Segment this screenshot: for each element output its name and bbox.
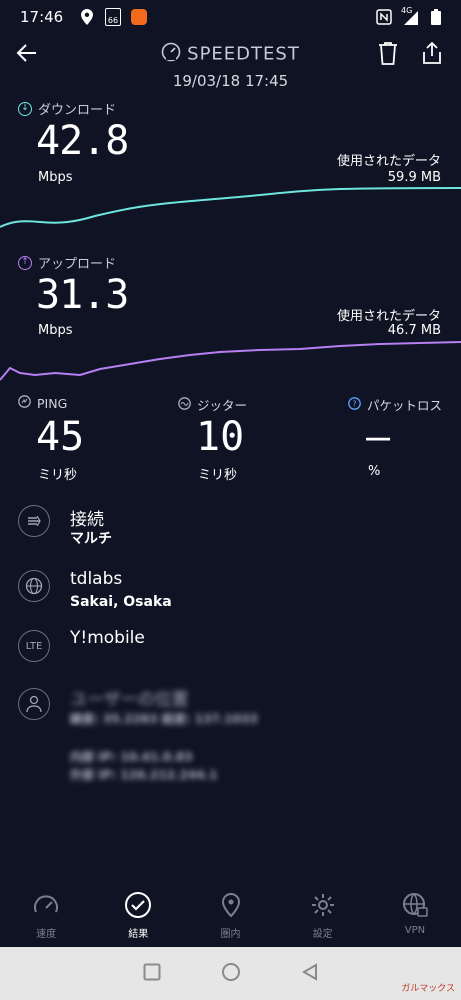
download-graph	[0, 187, 461, 228]
circle-icon	[221, 962, 240, 981]
jitter-value: 10	[196, 414, 245, 460]
nav-vpn-label: VPN	[404, 925, 426, 936]
user-icon	[18, 688, 50, 720]
connection-title: 接続	[70, 510, 104, 530]
triangle-back-icon	[301, 962, 317, 981]
network-type: 4G	[401, 6, 413, 15]
status-bar: 17:46 66 4G	[0, 0, 461, 34]
ping-icon	[18, 395, 31, 411]
jitter-icon	[178, 396, 191, 413]
speedtest-logo-icon	[161, 42, 181, 67]
check-circle-icon	[125, 892, 152, 918]
packet-loss-label-text: パケットロス	[367, 398, 443, 413]
internal-ip: 内部 IP: 10.41.0.83	[70, 750, 193, 764]
packet-loss-unit: %	[368, 464, 381, 479]
nfc-icon	[375, 8, 393, 26]
bottom-nav: 速度 結果 圏内 設定 VPN	[0, 885, 461, 947]
calendar-badge: 66	[105, 8, 121, 26]
speedometer-icon	[34, 895, 59, 913]
ping-label: PING	[18, 395, 67, 411]
share-button[interactable]	[420, 40, 444, 66]
packet-loss-label: ? パケットロス	[348, 395, 442, 414]
download-value: 42.8	[36, 118, 129, 164]
connection-value: マルチ	[70, 531, 112, 547]
upload-value: 31.3	[36, 272, 129, 318]
nav-settings[interactable]: 設定	[277, 885, 369, 947]
server-name: tdlabs	[70, 569, 123, 589]
lte-icon-text: LTE	[25, 640, 43, 652]
download-data-used-label: 使用されたデータ	[336, 154, 441, 169]
home-button[interactable]	[221, 962, 241, 986]
ping-label-text: PING	[37, 395, 68, 411]
help-icon[interactable]: ?	[348, 396, 361, 413]
calendar-icon: 66	[104, 8, 122, 26]
user-location-coords: 緯度: 35.2283 経度: 137.1033	[70, 712, 258, 726]
nav-coverage-label: 圏内	[220, 929, 241, 940]
upload-data-used-label: 使用されたデータ	[336, 309, 441, 324]
delete-button[interactable]	[376, 40, 400, 66]
trash-icon	[379, 42, 397, 65]
nav-results-label: 結果	[128, 929, 149, 940]
globe-icon	[18, 570, 50, 602]
jitter-label: ジッター	[178, 395, 247, 414]
upload-label-text: アップロード	[38, 257, 117, 272]
provider-name: Y!mobile	[70, 628, 145, 648]
lte-icon: LTE	[18, 630, 50, 662]
square-icon	[143, 963, 160, 980]
nav-results[interactable]: 結果	[92, 885, 184, 947]
jitter-label-text: ジッター	[197, 398, 248, 413]
battery-icon	[427, 8, 445, 26]
app-notification-icon	[130, 8, 148, 26]
system-nav-bar	[0, 947, 461, 1000]
signal-icon: 4G	[401, 6, 419, 26]
watermark: ガルマックス	[401, 984, 455, 994]
user-location-title: ユーザーの位置	[70, 690, 189, 710]
connection-icon	[18, 505, 50, 537]
page-title-text: SPEEDTEST	[187, 43, 300, 65]
jitter-unit: ミリ秒	[198, 468, 238, 483]
packet-loss-value: –	[366, 414, 391, 460]
download-label-text: ダウンロード	[38, 103, 117, 118]
system-back-button[interactable]	[301, 962, 319, 985]
status-time: 17:46	[20, 8, 64, 26]
ping-value: 45	[36, 414, 85, 460]
upload-arrow-icon: ↑	[18, 255, 32, 270]
ping-unit: ミリ秒	[38, 468, 78, 483]
upload-label: ↑ アップロード	[18, 253, 116, 272]
nav-vpn[interactable]: VPN	[369, 885, 461, 947]
vpn-globe-lock-icon	[402, 893, 428, 917]
location-pin-icon	[78, 8, 96, 26]
nav-coverage[interactable]: 圏内	[184, 885, 276, 947]
nav-settings-label: 設定	[312, 929, 333, 940]
map-pin-icon	[221, 892, 240, 918]
upload-graph	[0, 341, 461, 381]
gear-icon	[311, 894, 334, 916]
test-timestamp: 19/03/18 17:45	[172, 72, 289, 90]
recents-button[interactable]	[143, 963, 161, 985]
status-icons-left: 66	[78, 8, 148, 26]
status-icons-right: 4G	[375, 6, 445, 26]
nav-speed[interactable]: 速度	[0, 885, 92, 947]
download-label: ↓ ダウンロード	[18, 99, 116, 118]
download-arrow-icon: ↓	[18, 101, 32, 116]
external-ip: 外部 IP: 126.212.244.1	[70, 768, 218, 782]
nav-speed-label: 速度	[36, 929, 57, 940]
svg-text:?: ?	[352, 399, 356, 408]
share-icon	[423, 41, 441, 64]
server-location: Sakai, Osaka	[70, 594, 172, 610]
